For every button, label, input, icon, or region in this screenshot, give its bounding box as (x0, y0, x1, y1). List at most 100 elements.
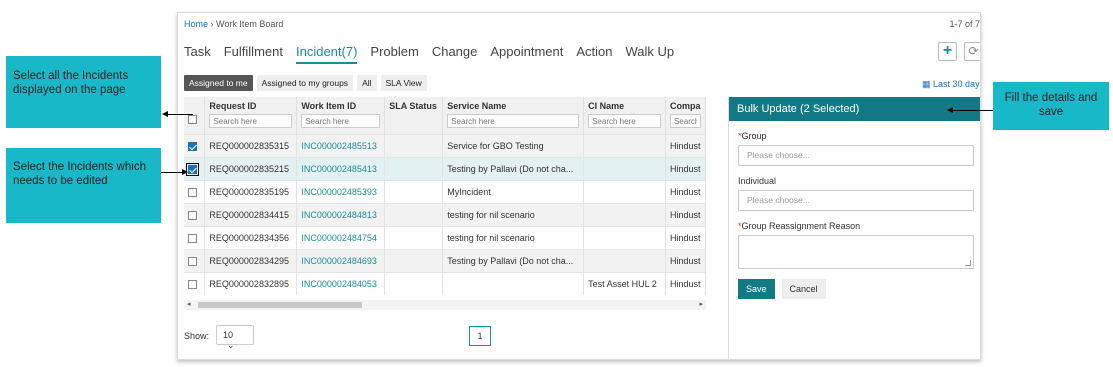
work-item-id-link[interactable]: INC000002485413 (296, 156, 386, 180)
reason-label: *Group Reassignment Reason (738, 221, 973, 231)
table-row[interactable]: REQ000002835315 INC000002485513 Service … (184, 133, 706, 157)
group-label: *Group (738, 131, 973, 141)
work-item-id-search-input[interactable] (301, 114, 381, 128)
individual-label: Individual (738, 176, 777, 186)
row-select-cell (184, 202, 206, 226)
page-button[interactable]: 1 (469, 326, 491, 346)
row-checkbox[interactable] (188, 187, 197, 197)
scroll-left-icon[interactable]: ◂ (187, 300, 191, 308)
work-item-id-link[interactable]: INC000002484813 (296, 202, 386, 226)
table-row[interactable]: REQ000002834356 INC000002484754 testing … (184, 225, 706, 249)
tab-incident[interactable]: Incident(7) (295, 44, 358, 64)
table-row[interactable]: REQ000002835195 INC000002485393 MyIncide… (184, 179, 706, 203)
sla-status-cell (384, 202, 444, 226)
breadcrumb-separator: › (210, 19, 214, 29)
request-id-cell: REQ000002835315 (204, 133, 298, 157)
tab-walk-up[interactable]: Walk Up (626, 44, 675, 64)
page-size-value: 10 (223, 330, 234, 340)
callout-select-incidents: Select the Incidents which needs to be e… (6, 148, 161, 223)
service-name-cell: Service for GBO Testing (442, 133, 585, 157)
row-checkbox[interactable] (188, 233, 197, 243)
group-label-text: Group (741, 131, 767, 141)
request-id-cell: REQ000002835195 (204, 179, 298, 203)
company-cell: Hindust (665, 225, 706, 249)
service-name-cell: testing for nil scenario (442, 202, 585, 226)
individual-field[interactable]: Please choose... (738, 190, 974, 211)
table-header-row: Request ID Work Item ID SLA Status Servi… (184, 97, 706, 134)
request-id-cell: REQ000002834356 (204, 225, 298, 249)
work-item-id-link[interactable]: INC000002484754 (296, 225, 386, 249)
reason-textarea[interactable] (738, 235, 974, 269)
request-id-search-input[interactable] (209, 114, 293, 128)
ci-name-search-input[interactable] (588, 114, 661, 128)
work-item-id-link[interactable]: INC000002485513 (296, 133, 386, 157)
sla-status-cell (384, 133, 444, 157)
date-range-filter[interactable]: ▦ Last 30 days (922, 79, 981, 90)
column-header: SLA Status (384, 97, 444, 134)
table-row[interactable]: REQ000002835215 INC000002485413 Testing … (184, 156, 706, 180)
row-checkbox[interactable] (188, 210, 197, 220)
breadcrumb-home-link[interactable]: Home (184, 19, 208, 29)
tab-task[interactable]: Task (184, 44, 211, 64)
table-row[interactable]: REQ000002832895 INC000002484053 Test Ass… (184, 271, 706, 295)
work-item-board-screenshot: Home › Work Item Board 1-7 of 7 Task Ful… (177, 12, 981, 360)
sla-status-cell (384, 225, 444, 249)
column-header: Work Item ID (296, 97, 386, 134)
row-checkbox[interactable] (188, 141, 197, 151)
filter-assigned-to-me[interactable]: Assigned to me (184, 75, 253, 91)
row-checkbox[interactable] (188, 279, 197, 289)
filter-assigned-to-my-groups[interactable]: Assigned to my groups (256, 75, 354, 91)
row-checkbox[interactable] (186, 162, 199, 176)
bulk-update-title: Bulk Update (2 Selected) (729, 97, 980, 121)
company-cell: Hindust (665, 202, 706, 226)
request-id-cell: REQ000002834295 (204, 248, 298, 272)
service-name-cell: Testing by Pallavi (Do not cha... (442, 156, 585, 180)
request-id-cell: REQ000002832895 (204, 271, 298, 295)
arrow-fill-details-head (947, 107, 953, 113)
save-button[interactable]: Save (738, 279, 775, 299)
column-label: Service Name (447, 101, 507, 111)
row-checkbox[interactable] (188, 256, 197, 266)
scroll-right-icon[interactable]: ▸ (699, 300, 703, 308)
select-all-checkbox[interactable] (188, 115, 197, 125)
select-all-cell (184, 97, 206, 134)
company-search-input[interactable] (669, 114, 701, 128)
tab-fulfillment[interactable]: Fulfillment (224, 44, 283, 64)
tab-bar: Task Fulfillment Incident(7) Problem Cha… (184, 44, 687, 64)
sla-status-cell (384, 248, 444, 272)
horizontal-scrollbar[interactable]: ◂ ▸ (184, 300, 706, 310)
tab-action[interactable]: Action (576, 44, 612, 64)
plus-icon[interactable]: + (938, 42, 957, 61)
ci-name-cell (583, 225, 666, 249)
work-item-id-link[interactable]: INC000002484693 (296, 248, 386, 272)
column-label: Work Item ID (301, 101, 357, 111)
table-row[interactable]: REQ000002834415 INC000002484813 testing … (184, 202, 706, 226)
column-header: Request ID (204, 97, 298, 134)
scrollbar-thumb[interactable] (198, 302, 362, 308)
row-select-cell (184, 248, 206, 272)
arrow-select-all-head (162, 111, 168, 117)
refresh-icon[interactable]: ⟳ (964, 42, 980, 61)
filter-sla-view[interactable]: SLA View (380, 75, 427, 91)
service-name-search-input[interactable] (447, 114, 580, 128)
ci-name-cell (583, 156, 666, 180)
work-item-id-link[interactable]: INC000002484053 (296, 271, 386, 295)
page-size-select[interactable]: 10 ⌄ (216, 325, 254, 350)
company-cell: Hindust (665, 179, 706, 203)
filter-all[interactable]: All (357, 75, 377, 91)
column-label: Compa (669, 101, 701, 111)
column-header: Service Name (442, 97, 585, 134)
calendar-icon: ▦ (922, 79, 931, 89)
ci-name-cell (583, 248, 666, 272)
work-item-id-link[interactable]: INC000002485393 (296, 179, 386, 203)
arrow-select-all (167, 114, 193, 115)
date-range-label: Last 30 days (933, 79, 981, 89)
tab-change[interactable]: Change (432, 44, 478, 64)
tab-appointment[interactable]: Appointment (490, 44, 563, 64)
group-field[interactable]: Please choose... (738, 145, 974, 166)
cancel-button[interactable]: Cancel (781, 279, 826, 299)
company-cell: Hindust (665, 156, 706, 180)
tab-problem[interactable]: Problem (370, 44, 418, 64)
column-header: Compa (665, 97, 706, 134)
table-row[interactable]: REQ000002834295 INC000002484693 Testing … (184, 248, 706, 272)
